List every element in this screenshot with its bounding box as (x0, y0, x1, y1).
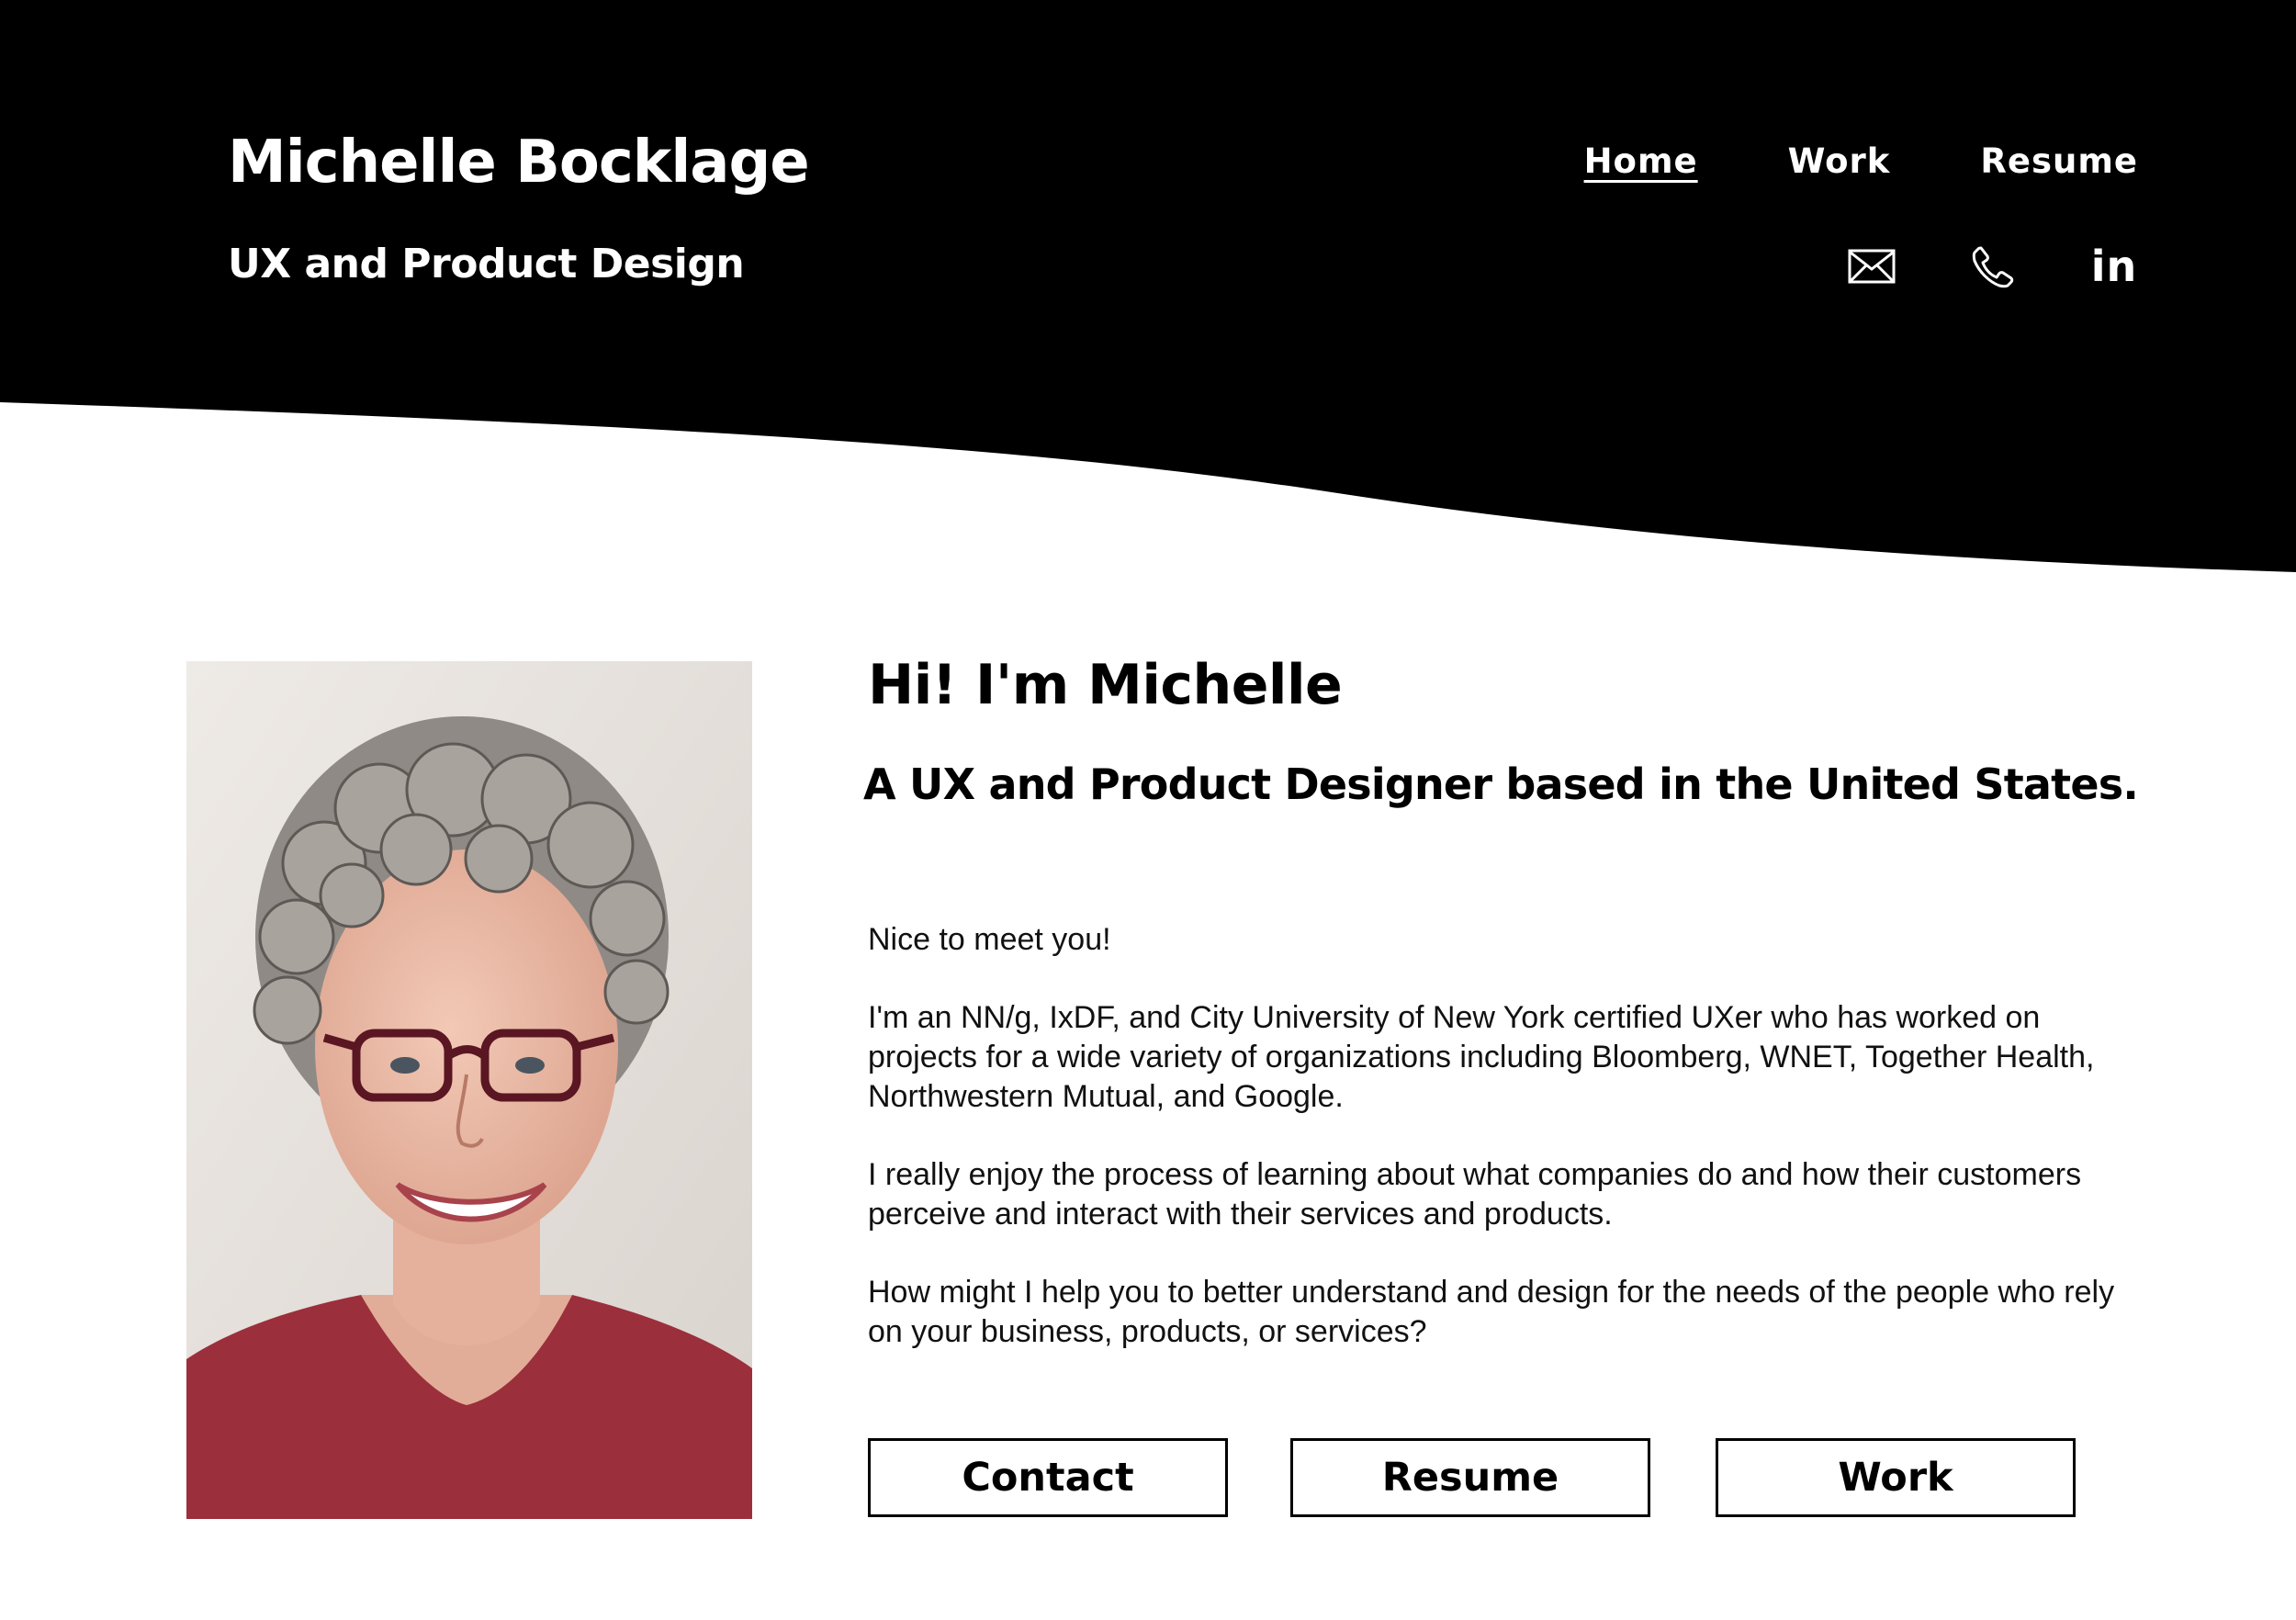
bio-paragraph: I'm an NN/g, IxDF, and City University o… (868, 1000, 2095, 1114)
site-tagline: UX and Product Design (228, 241, 745, 287)
email-icon[interactable] (1848, 242, 1896, 290)
nav-work-link[interactable]: Work (1788, 136, 1891, 187)
site-name[interactable]: Michelle Bocklage (228, 121, 810, 204)
nav-home-link[interactable]: Home (1584, 136, 1698, 187)
linkedin-icon[interactable]: in (2090, 242, 2138, 290)
intro-headline: A UX and Product Designer based in the U… (863, 759, 2139, 809)
social-links: in (1848, 242, 2138, 290)
resume-button[interactable]: Resume (1290, 1438, 1650, 1517)
main-nav: Home Work Resume (1584, 136, 2138, 187)
work-button[interactable]: Work (1716, 1438, 2076, 1517)
bio-paragraph: Nice to meet you! (868, 922, 1111, 957)
bio-paragraph: I really enjoy the process of learning a… (868, 1157, 2082, 1232)
nav-resume-link[interactable]: Resume (1980, 136, 2138, 187)
bio-paragraph: How might I help you to better understan… (868, 1275, 2115, 1349)
bio-text: Nice to meet you! I'm an NN/g, IxDF, and… (868, 920, 2117, 1390)
phone-icon[interactable] (1969, 242, 2017, 290)
greeting-heading: Hi! I'm Michelle (868, 653, 1343, 717)
linkedin-glyph: in (2090, 242, 2138, 291)
profile-photo (186, 661, 752, 1519)
contact-button[interactable]: Contact (868, 1438, 1228, 1517)
header-background (0, 0, 2296, 572)
